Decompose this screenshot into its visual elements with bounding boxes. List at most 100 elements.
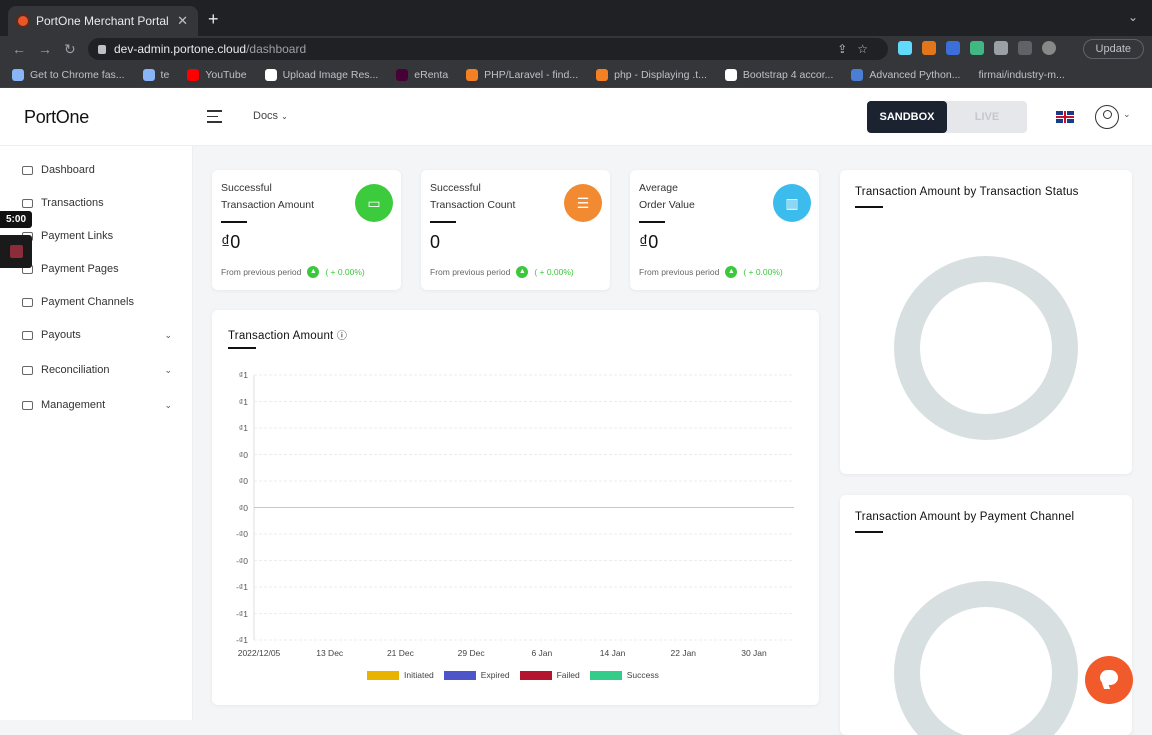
donut-ring <box>894 581 1078 735</box>
url-host: dev-admin.portone.cloud <box>114 42 247 56</box>
react-devtools-icon[interactable] <box>898 41 912 55</box>
url-path: /dashboard <box>246 42 307 56</box>
stat-label: Successful Transaction Amount <box>221 182 314 211</box>
stat-label: Successful Transaction Count <box>430 182 516 211</box>
line-chart-plot <box>253 374 794 641</box>
stat-change: ( + 0.00%) <box>534 267 574 277</box>
sidebar-item-payouts[interactable]: Payouts ⌄ <box>22 326 172 344</box>
metamask-icon[interactable] <box>922 41 936 55</box>
stop-recording-button[interactable] <box>0 235 32 268</box>
arrow-up-icon: ▲ <box>725 266 738 278</box>
stat-value: ₫0 <box>221 232 241 252</box>
tab-title: PortOne Merchant Portal <box>36 14 169 28</box>
channel-donut-chart <box>894 581 1078 735</box>
chevron-down-icon: ⌄ <box>164 399 172 410</box>
legend-item-failed[interactable]: Failed <box>519 670 580 680</box>
close-tab-icon[interactable]: ✕ <box>177 13 188 29</box>
uk-flag-icon[interactable] <box>1056 111 1074 123</box>
top-navigation: PortOne Docs ⌄ SANDBOX LIVE ⌄ <box>0 88 1152 146</box>
sidepanel-icon[interactable] <box>1018 41 1032 55</box>
title-underline <box>430 221 456 223</box>
bookmarks-bar: Get to Chrome fas... te YouTube Upload I… <box>0 62 1152 88</box>
back-icon[interactable]: ← <box>12 41 26 57</box>
sidebar-item-reconciliation[interactable]: Reconciliation ⌄ <box>22 361 172 379</box>
bookmark-item[interactable]: Upload Image Res... <box>264 68 378 81</box>
share-star-icons[interactable]: ⇪☆ <box>837 42 878 56</box>
x-tick-label: 22 Jan <box>670 648 697 658</box>
chat-widget-button[interactable] <box>1085 656 1133 704</box>
stackoverflow-icon <box>466 68 479 81</box>
legend-swatch <box>589 670 622 680</box>
stat-card-transaction-amount: Successful Transaction Amount ₫0 From pre… <box>212 170 401 290</box>
reload-icon[interactable]: ↻ <box>64 41 78 58</box>
forward-icon[interactable]: → <box>38 41 52 57</box>
stat-label: Average Order Value <box>639 182 695 211</box>
bookmark-item[interactable]: firmai/industry-m... <box>978 69 1064 81</box>
browser-tab[interactable]: PortOne Merchant Portal ✕ <box>8 6 198 36</box>
management-icon <box>22 400 33 410</box>
stop-icon <box>10 245 23 258</box>
vue-devtools-icon[interactable] <box>970 41 984 55</box>
sidebar-item-payment-links[interactable]: Payment Links <box>22 227 172 245</box>
stat-footer: From previous period ▲( + 0.00%) <box>221 266 365 278</box>
reconciliation-icon <box>22 365 33 375</box>
bookmark-item[interactable]: te <box>142 68 169 81</box>
puzzle-icon[interactable] <box>994 41 1008 55</box>
chevron-down-icon: ⌄ <box>164 364 172 375</box>
status-donut-card: Transaction Amount by Transaction Status <box>840 170 1132 474</box>
docs-dropdown[interactable]: Docs ⌄ <box>253 110 288 122</box>
bookmark-item[interactable]: Get to Chrome fas... <box>12 68 125 81</box>
sidebar-item-payment-pages[interactable]: Payment Pages <box>22 260 172 278</box>
x-tick-label: 21 Dec <box>386 648 414 658</box>
transaction-amount-chart-card: Transaction Amount ⓘ ₫1 ₫1 ₫1 ₫0 ₫0 ₫0 -₫0 -₫0-… <box>212 310 819 705</box>
tab-search-chevron-icon[interactable]: ⌄ <box>1128 10 1138 24</box>
portone-logo[interactable]: PortOne <box>24 107 89 128</box>
new-tab-icon[interactable]: + <box>208 9 219 30</box>
youtube-icon <box>187 68 200 81</box>
extensions-bar <box>898 41 1056 55</box>
channel-donut-card: Transaction Amount by Payment Channel <box>840 495 1132 735</box>
x-tick-label: 2022/12/05 <box>237 648 281 658</box>
live-option[interactable]: LIVE <box>947 101 1027 133</box>
legend-swatch <box>367 670 399 680</box>
legend-swatch <box>519 670 552 680</box>
x-axis: 2022/12/05 13 Dec 21 Dec 29 Dec 6 Jan 14 Jan 2… <box>212 648 819 662</box>
bookmark-icon <box>12 68 24 81</box>
sidebar-item-transactions[interactable]: Transactions <box>22 194 172 212</box>
codepen-icon <box>724 68 737 81</box>
x-tick-label: 14 Jan <box>599 648 626 658</box>
sidebar-item-management[interactable]: Management ⌄ <box>22 396 172 414</box>
extension-icon[interactable] <box>946 41 960 55</box>
payout-icon <box>22 330 33 340</box>
menu-toggle-icon[interactable] <box>207 110 222 127</box>
stackoverflow-icon <box>596 68 609 81</box>
bookmark-item[interactable]: php - Displaying .t... <box>596 68 707 81</box>
sidebar-item-dashboard[interactable]: Dashboard <box>22 161 172 179</box>
chevron-down-icon: ⌄ <box>164 329 172 340</box>
legend-item-initiated[interactable]: Initiated <box>367 670 434 680</box>
status-donut-chart <box>894 256 1078 440</box>
sidebar: Dashboard Transactions Payment Links Pay… <box>0 146 193 720</box>
python-icon <box>851 68 864 81</box>
sandbox-option[interactable]: SANDBOX <box>867 101 947 133</box>
donut-ring <box>894 256 1078 440</box>
legend-item-success[interactable]: Success <box>589 670 659 680</box>
bookmark-item[interactable]: eRenta <box>396 68 448 81</box>
bar-chart-icon: ▥ <box>773 184 811 222</box>
chevron-down-icon[interactable]: ⌄ <box>1123 109 1131 120</box>
sidebar-item-payment-channels[interactable]: Payment Channels <box>22 293 172 311</box>
user-avatar-icon[interactable] <box>1095 105 1119 129</box>
bookmark-item[interactable]: Bootstrap 4 accor... <box>724 68 833 81</box>
title-underline <box>221 221 247 223</box>
url-field[interactable]: dev-admin.portone.cloud/dashboard ⇪☆ <box>88 38 888 60</box>
environment-toggle[interactable]: SANDBOX LIVE <box>867 101 1027 133</box>
stat-value: 0 <box>430 232 441 252</box>
address-bar: ← → ↻ dev-admin.portone.cloud/dashboard … <box>0 36 1152 62</box>
update-button[interactable]: Update <box>1082 39 1144 59</box>
app: PortOne Docs ⌄ SANDBOX LIVE ⌄ Dashboard … <box>0 88 1152 735</box>
profile-avatar-icon[interactable] <box>1042 41 1056 55</box>
bookmark-item[interactable]: Advanced Python... <box>851 68 960 81</box>
legend-item-expired[interactable]: Expired <box>443 670 510 680</box>
bookmark-item[interactable]: YouTube <box>187 68 247 81</box>
bookmark-item[interactable]: PHP/Laravel - find... <box>466 68 578 81</box>
